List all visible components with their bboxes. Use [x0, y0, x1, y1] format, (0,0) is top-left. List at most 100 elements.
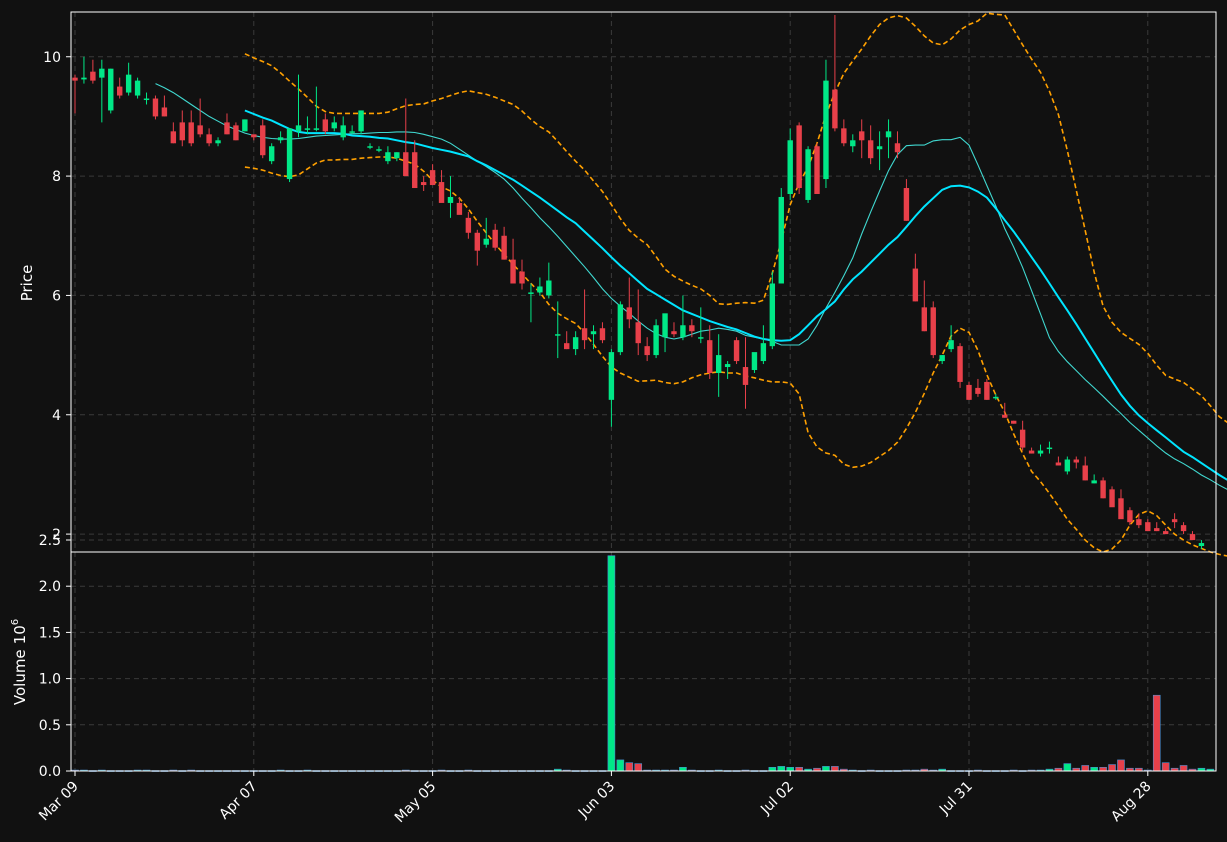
candle-body: [394, 152, 400, 159]
candle: [331, 116, 337, 132]
volume-bar: [1099, 767, 1107, 772]
candle: [242, 119, 248, 132]
candle-body: [429, 170, 436, 186]
volume-bar: [1161, 762, 1170, 772]
candle-body: [1011, 420, 1017, 424]
candle-body: [599, 328, 606, 341]
candle: [90, 59, 96, 84]
candle: [1028, 447, 1035, 454]
candle-body: [1127, 510, 1133, 523]
candle-body: [349, 131, 355, 133]
candle: [832, 14, 838, 132]
candle-body: [814, 146, 820, 194]
bollinger-upper-line: [244, 12, 1227, 424]
candle: [268, 143, 275, 165]
candle-body: [850, 140, 856, 147]
volume-panel-frame: [70, 551, 1217, 772]
volume-bar: [777, 766, 786, 772]
candle: [1082, 456, 1088, 481]
bollinger-bands: [244, 12, 1227, 557]
candle-body: [1109, 489, 1115, 508]
candle: [251, 134, 257, 141]
price-tick-label: 4: [52, 408, 61, 424]
candle-body: [1189, 534, 1196, 541]
volume-bars: [71, 555, 1215, 772]
candle-body: [412, 152, 418, 189]
candle: [715, 334, 722, 397]
candle-body: [760, 343, 767, 362]
candle-body: [456, 202, 463, 215]
candle-body: [912, 268, 919, 302]
candle-body: [1136, 519, 1142, 526]
candle: [903, 179, 910, 221]
candle-body: [376, 149, 382, 151]
candle-body: [465, 217, 472, 233]
volume-bar: [1081, 765, 1090, 772]
candle: [376, 146, 382, 153]
candle-body: [564, 343, 570, 350]
candle-body: [653, 325, 659, 356]
candle: [823, 59, 829, 189]
candle-body: [724, 364, 731, 368]
candle-body: [903, 188, 910, 221]
candle-body: [81, 77, 87, 80]
candle-body: [966, 384, 972, 400]
candle-body: [948, 340, 954, 350]
candle-body: [108, 68, 114, 111]
candle-body: [644, 346, 650, 356]
candle-body: [742, 367, 749, 385]
candle: [349, 125, 355, 135]
candle-body: [1145, 522, 1151, 532]
candle-body: [483, 238, 489, 245]
candle: [429, 164, 436, 186]
candle: [403, 98, 409, 177]
volume-bar: [1152, 694, 1161, 772]
volume-axis-label-exponent: 6: [10, 619, 21, 625]
candle-body: [867, 140, 874, 159]
candle-body: [555, 334, 561, 336]
candle: [599, 322, 606, 344]
candle: [1171, 513, 1178, 529]
candle: [742, 337, 749, 409]
volume-bar: [822, 766, 830, 772]
candle: [277, 131, 284, 144]
candle: [671, 322, 677, 338]
candle-body: [715, 355, 722, 373]
candle: [984, 378, 990, 400]
candle-body: [680, 325, 686, 338]
candle-body: [528, 292, 534, 294]
candle: [420, 176, 427, 192]
x-tick-label: May 05: [392, 779, 440, 827]
price-tick-label: 10: [43, 50, 61, 66]
volume-tick-label: 0.5: [39, 718, 61, 734]
candle: [1064, 456, 1071, 475]
candle-body: [1028, 450, 1035, 454]
candle: [617, 301, 624, 356]
candle: [760, 325, 767, 365]
candle: [99, 59, 105, 123]
candle-body: [832, 89, 838, 129]
volume-tick-label: 0.0: [39, 764, 61, 780]
candle-body: [242, 119, 248, 132]
candle: [1100, 477, 1106, 499]
candle-body: [313, 128, 320, 130]
candle: [161, 95, 168, 117]
candle-body: [501, 235, 507, 260]
candle: [519, 259, 525, 290]
volume-bar: [607, 555, 616, 772]
candle: [626, 277, 632, 329]
candle: [447, 176, 454, 218]
candle-body: [671, 331, 677, 335]
candle-body: [420, 182, 427, 186]
candle-body: [134, 80, 141, 96]
candle-body: [277, 137, 284, 141]
candle: [590, 325, 597, 350]
candle-body: [546, 280, 552, 296]
candle: [787, 128, 793, 200]
candle-body: [1198, 543, 1205, 547]
candle-body: [1162, 531, 1169, 535]
candle: [72, 74, 78, 114]
candle: [197, 98, 203, 138]
volume-frame-rect: [70, 551, 1217, 772]
candle-body: [161, 107, 168, 117]
